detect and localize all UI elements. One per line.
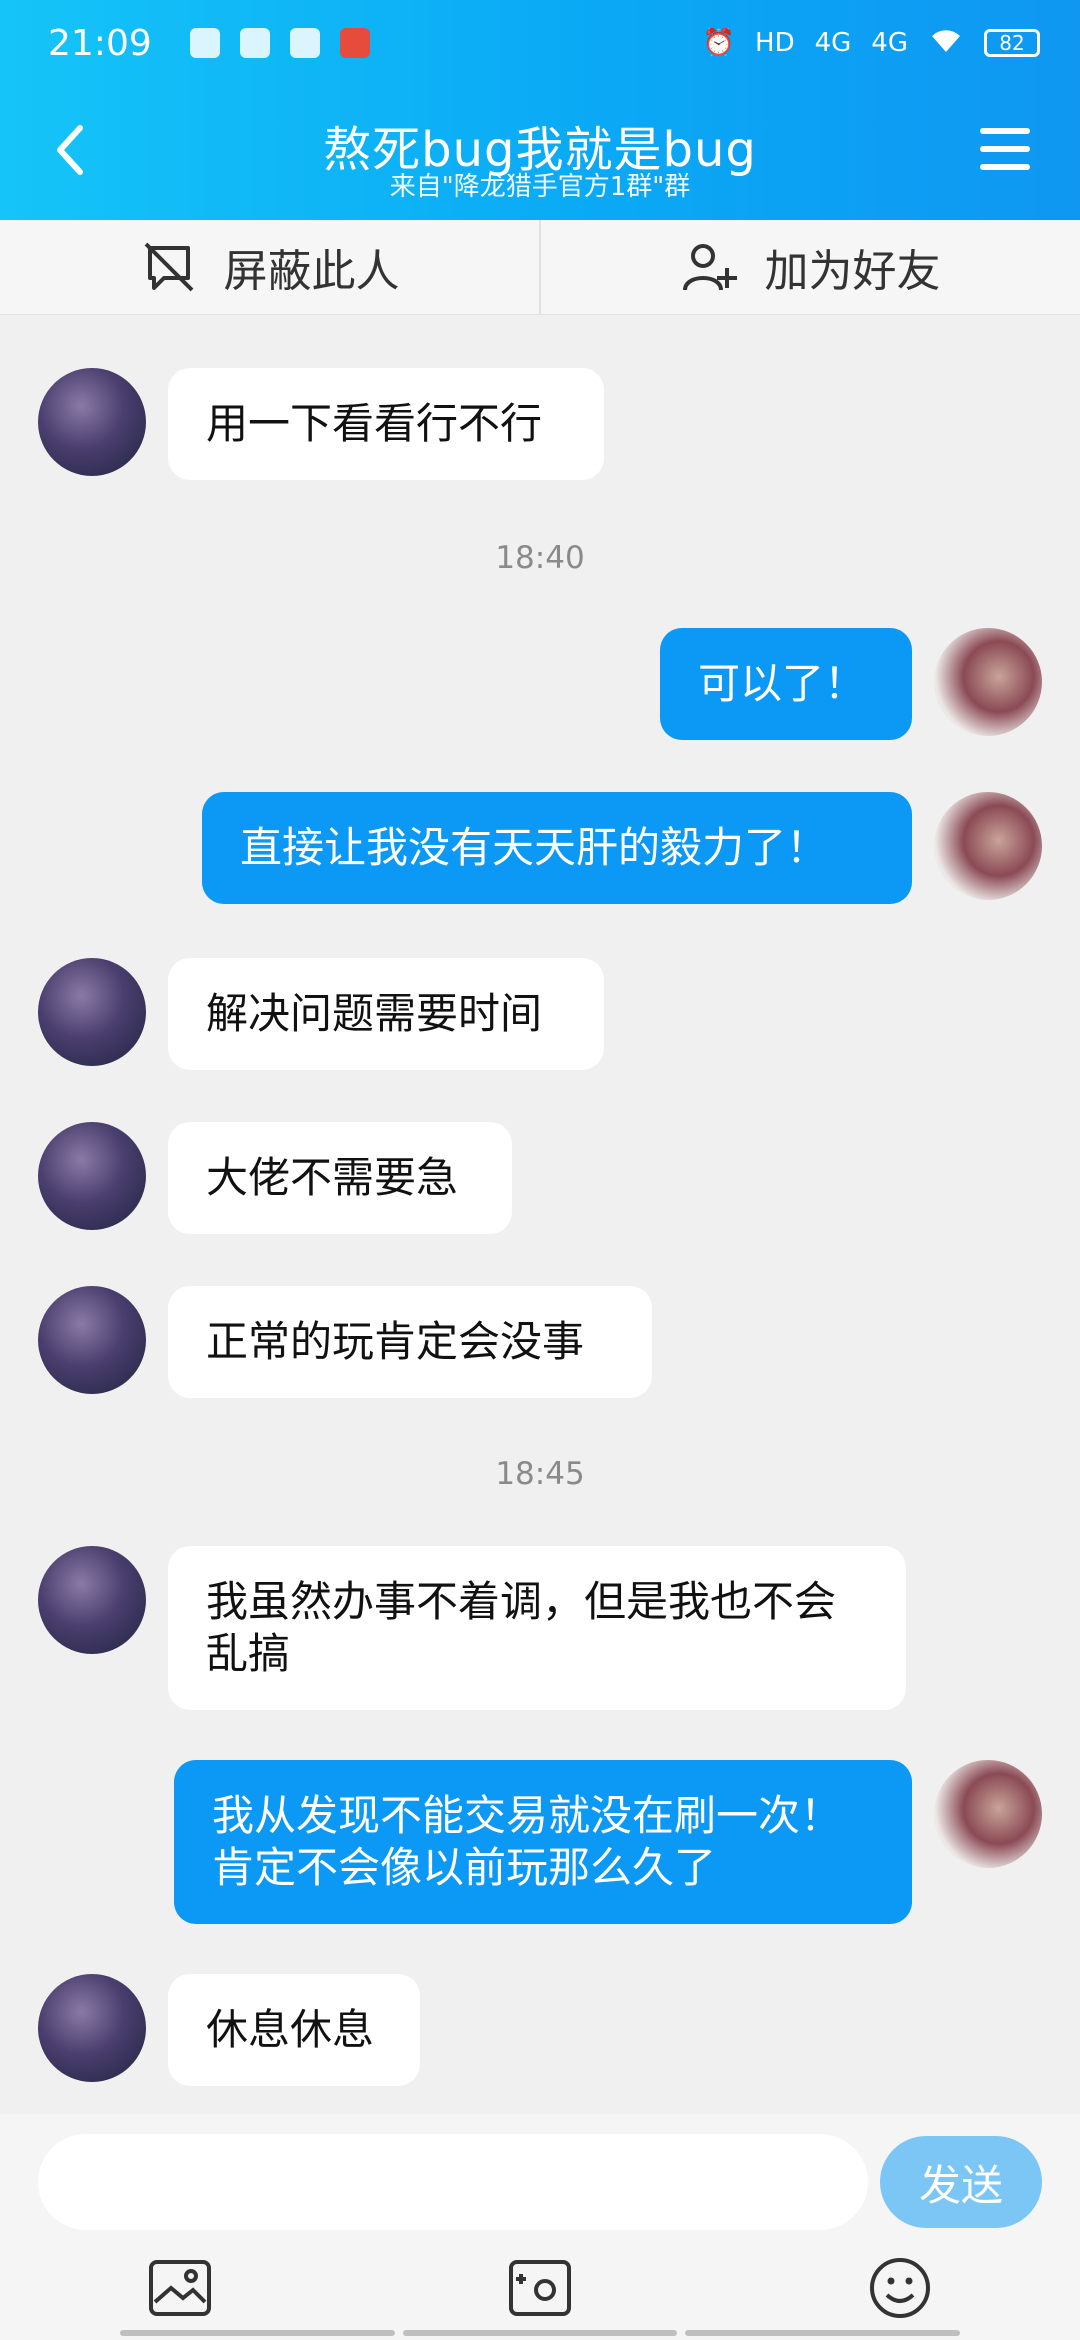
image-button[interactable] — [140, 2248, 220, 2328]
message-bubble[interactable]: 我从发现不能交易就没在刷一次！肯定不会像以前玩那么久了 — [174, 1760, 912, 1924]
avatar[interactable] — [934, 628, 1042, 736]
send-button[interactable]: 发送 — [880, 2136, 1042, 2228]
block-user-label: 屏蔽此人 — [223, 246, 400, 297]
avatar[interactable] — [38, 1122, 146, 1230]
avatar[interactable] — [38, 1286, 146, 1394]
add-friend-button[interactable]: 加为好友 — [541, 220, 1080, 314]
network-4g-2: 4G — [871, 28, 908, 58]
timestamp: 18:40 — [495, 540, 585, 576]
message-bubble[interactable]: 我虽然办事不着调，但是我也不会乱搞 — [168, 1546, 906, 1710]
avatar[interactable] — [38, 1546, 146, 1654]
avatar[interactable] — [38, 1974, 146, 2082]
avatar[interactable] — [934, 1760, 1042, 1868]
message-bubble[interactable]: 正常的玩肯定会没事 — [168, 1286, 652, 1398]
block-user-button[interactable]: 屏蔽此人 — [0, 220, 539, 314]
input-area: 发送 — [0, 2114, 1080, 2340]
message-bubble[interactable]: 解决问题需要时间 — [168, 958, 604, 1070]
notification-icons — [189, 28, 370, 58]
message-bubble[interactable]: 可以了！ — [660, 628, 912, 740]
chat-messages[interactable]: 用一下看看行不行 18:40 可以了！ 直接让我没有天天肝的毅力了！ 解决问题需… — [0, 314, 1080, 2114]
image-icon — [149, 2260, 211, 2316]
chat-subtitle: 来自"降龙猎手官方1群"群 — [389, 172, 691, 202]
status-time: 21:09 — [48, 22, 152, 64]
add-user-icon — [682, 244, 737, 291]
game-notification-icon — [339, 28, 370, 58]
message-bubble[interactable]: 休息休息 — [168, 1974, 420, 2086]
home-indicator — [120, 2330, 961, 2336]
emoji-button[interactable] — [860, 2248, 940, 2328]
avatar[interactable] — [38, 368, 146, 476]
menu-button[interactable] — [976, 124, 1034, 174]
message-bubble[interactable]: 大佬不需要急 — [168, 1122, 512, 1234]
alarm-icon: ⏰ — [702, 28, 736, 58]
emoji-icon — [870, 2258, 930, 2318]
block-icon — [144, 242, 193, 292]
status-right: ⏰ HD 4G 4G 82 — [703, 26, 1040, 61]
message-input[interactable] — [38, 2134, 868, 2230]
network-4g-1: 4G — [814, 28, 852, 58]
tiktok-notification-icon — [289, 28, 320, 58]
camera-icon — [509, 2260, 571, 2316]
hd-indicator: HD — [755, 28, 795, 58]
input-toolbar — [0, 2240, 1080, 2336]
chat-header: 21:09 ⏰ HD 4G 4G 82 熬死bug我就是bug 来自"降龙猎手官… — [0, 0, 1080, 220]
status-bar: 21:09 ⏰ HD 4G 4G 82 — [48, 18, 1040, 68]
hamburger-menu-icon — [980, 128, 1030, 170]
timestamp: 18:45 — [495, 1456, 585, 1492]
message-bubble[interactable]: 用一下看看行不行 — [168, 368, 604, 480]
camera-button[interactable] — [500, 2248, 580, 2328]
wifi-icon — [928, 26, 964, 61]
avatar[interactable] — [38, 958, 146, 1066]
action-bar: 屏蔽此人 加为好友 — [0, 220, 1080, 315]
avatar[interactable] — [934, 792, 1042, 900]
alipay-notification-icon — [239, 28, 270, 58]
app-notification-icon — [189, 28, 220, 58]
message-bubble[interactable]: 直接让我没有天天肝的毅力了！ — [202, 792, 912, 904]
battery-indicator: 82 — [984, 29, 1040, 57]
add-friend-label: 加为好友 — [764, 246, 941, 297]
